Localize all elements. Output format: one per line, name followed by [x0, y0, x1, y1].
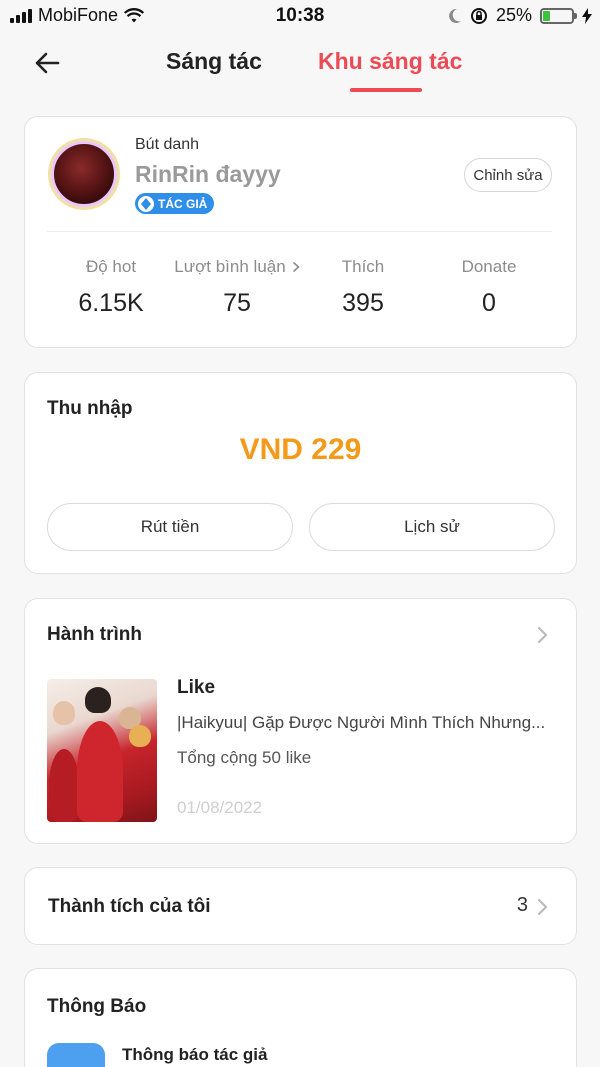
like-total: Tổng cộng 50 like — [177, 748, 312, 767]
income-amount: VND 229 — [239, 433, 362, 466]
stat-label: Độ hot — [85, 257, 137, 276]
arrow-left-icon — [35, 52, 60, 74]
pen-name: RinRin đayyy — [135, 161, 281, 187]
journey-type: Like — [177, 677, 216, 698]
pen-name-label: Bút danh — [135, 136, 200, 153]
stat-value: 0 — [482, 289, 496, 317]
battery-icon — [540, 7, 577, 24]
journey-title: Hành trình — [47, 624, 142, 645]
author-badge: TÁC GIẢ — [135, 193, 215, 214]
status-right: 25% — [448, 5, 592, 26]
stat-label: Thích — [341, 257, 385, 276]
stat-donate: Donate 0 — [426, 257, 552, 318]
stat-hot: Độ hot 6.15K — [48, 257, 174, 318]
moon-icon — [449, 8, 461, 23]
stats-row: Độ hot 6.15K Lượt bình luận 75 Thích 395… — [25, 257, 576, 318]
author-badge-icon — [138, 195, 154, 212]
battery-fill — [543, 10, 550, 21]
avatar[interactable] — [51, 141, 117, 207]
stat-value: 75 — [223, 289, 251, 317]
withdraw-button[interactable]: Rút tiền — [47, 503, 293, 551]
stat-likes: Thích 395 — [300, 257, 426, 318]
notices-card: Thông Báo Thông báo tác giả — [24, 968, 577, 1067]
active-tab-indicator — [350, 88, 422, 92]
charging-bolt-icon — [582, 7, 592, 24]
achievements-card[interactable]: Thành tích của tôi 3 — [24, 867, 577, 945]
nav-bar: Sáng tác Khu sáng tác — [0, 32, 600, 94]
orientation-lock-icon — [470, 7, 487, 24]
book-cover-image[interactable] — [47, 679, 157, 822]
journey-date: 01/08/2022 — [177, 798, 263, 817]
income-title: Thu nhập — [47, 398, 133, 419]
stat-label: Donate — [461, 257, 517, 276]
achievements-title: Thành tích của tôi — [48, 896, 211, 917]
stat-label-text: Lượt bình luận — [174, 257, 286, 276]
tab-creation-area[interactable]: Khu sáng tác — [318, 48, 462, 75]
journey-card[interactable]: Hành trình Like |Haikyuu| Gặp Được Người… — [24, 598, 577, 844]
back-button[interactable] — [30, 46, 64, 80]
chevron-right-icon[interactable] — [534, 626, 552, 644]
divider — [47, 231, 552, 232]
chevron-right-icon — [292, 261, 300, 273]
stat-label: Lượt bình luận — [174, 257, 300, 277]
book-title[interactable]: |Haikyuu| Gặp Được Người Mình Thích Nhưn… — [177, 713, 547, 733]
history-button[interactable]: Lịch sử — [309, 503, 555, 551]
stat-value: 6.15K — [78, 289, 144, 317]
notification-icon — [47, 1043, 105, 1067]
stat-comments[interactable]: Lượt bình luận 75 — [174, 257, 300, 318]
stat-value: 395 — [342, 289, 384, 317]
chevron-right-icon[interactable] — [534, 898, 552, 916]
profile-card: Bút danh RinRin đayyy TÁC GIẢ Chỉnh sửa … — [24, 116, 577, 348]
tab-create[interactable]: Sáng tác — [166, 48, 262, 75]
income-card: Thu nhập VND 229 Rút tiền Lịch sử — [24, 372, 577, 574]
battery-percent: 25% — [495, 5, 532, 25]
notices-title: Thông Báo — [47, 996, 147, 1017]
status-bar: MobiFone 10:38 25% — [0, 0, 600, 32]
edit-profile-button[interactable]: Chỉnh sửa — [464, 158, 552, 192]
notice-item-author[interactable]: Thông báo tác giả — [122, 1045, 267, 1065]
author-badge-label: TÁC GIẢ — [158, 196, 208, 211]
achievements-count: 3 — [516, 894, 528, 916]
